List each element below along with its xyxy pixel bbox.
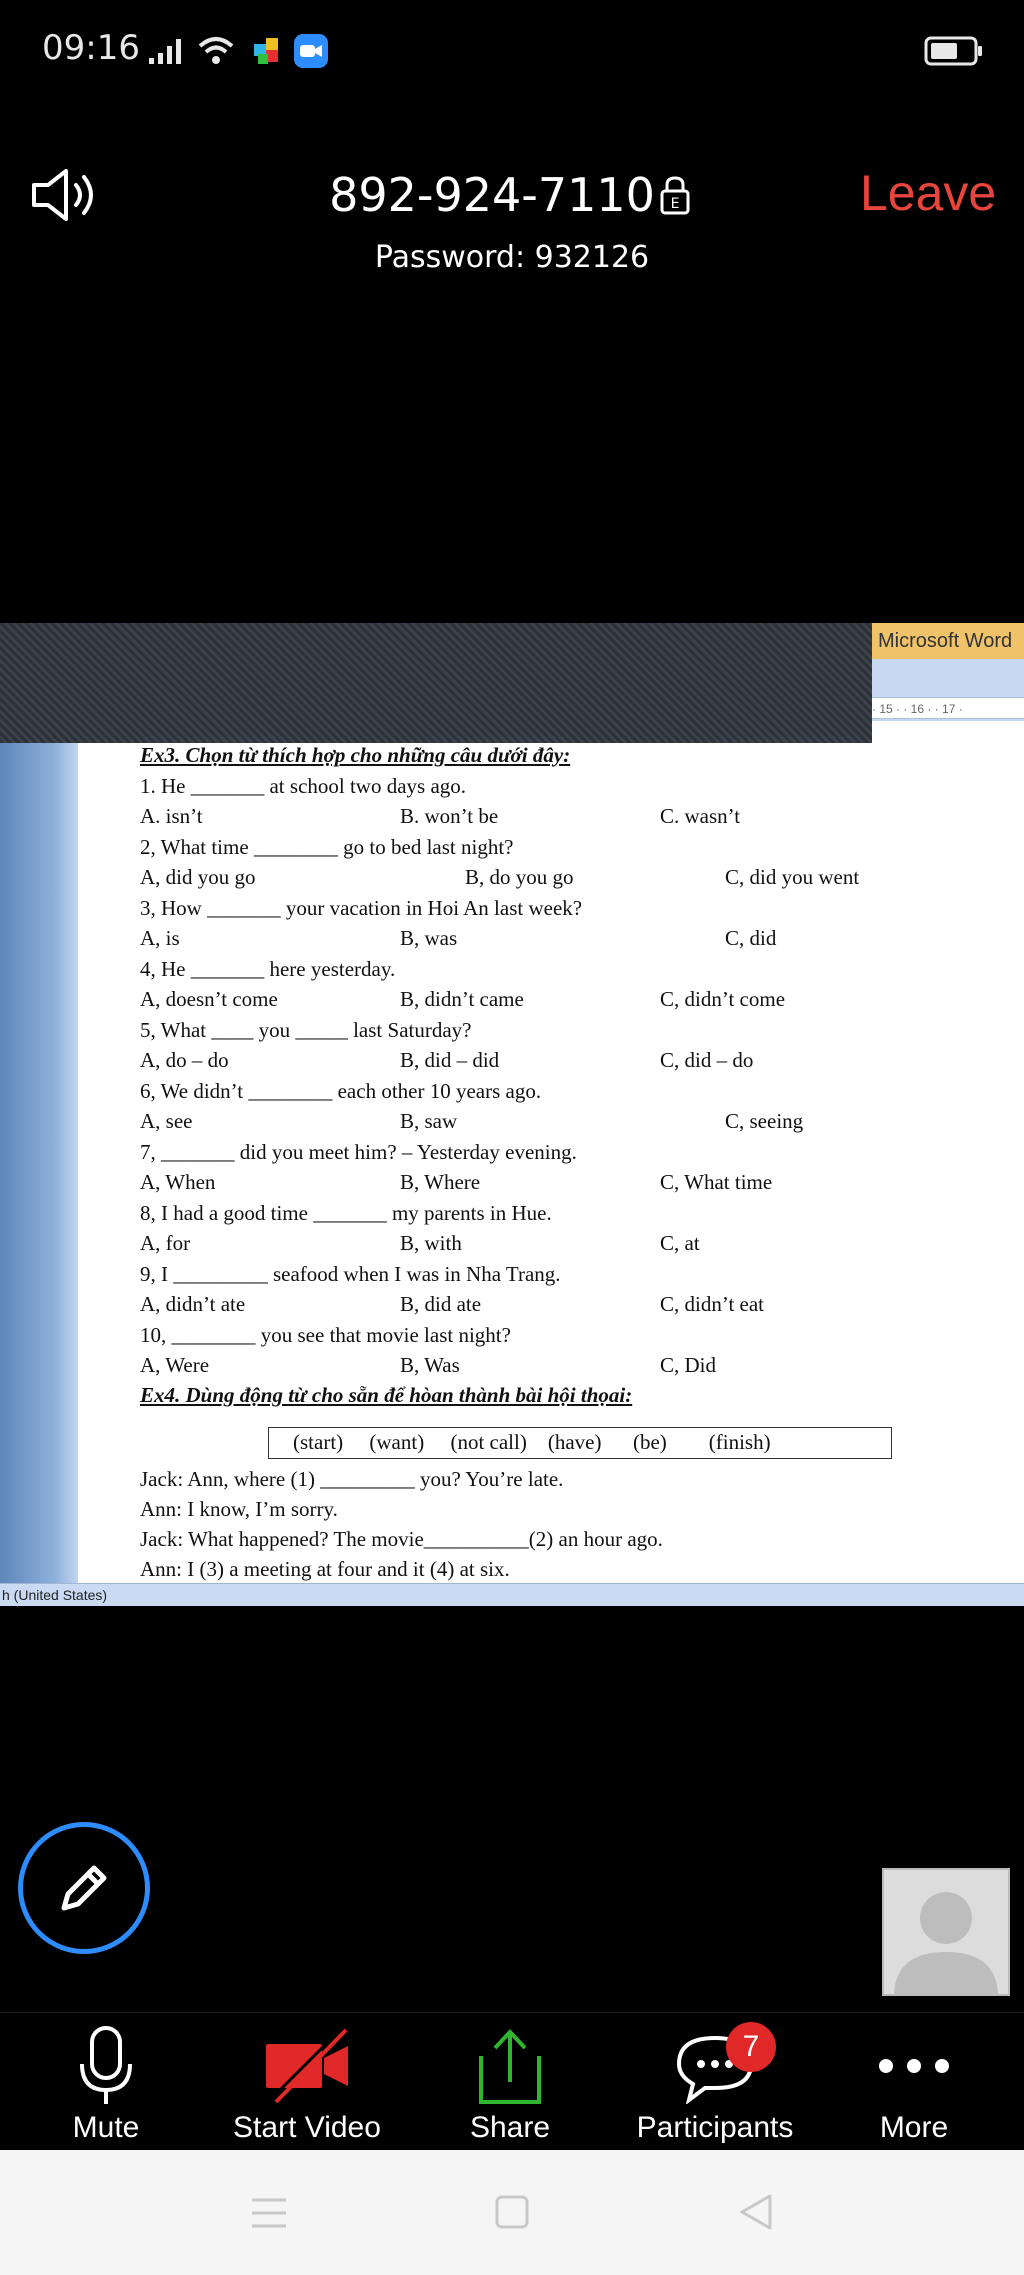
- word-document-area: Ex3. Chọn từ thích hợp cho những câu dướ…: [0, 743, 1024, 1583]
- wifi-icon: [198, 37, 234, 64]
- svg-text:E: E: [671, 196, 680, 212]
- question-2-option-a: A, did you go: [140, 865, 256, 889]
- back-nav-icon[interactable]: [736, 2192, 776, 2232]
- question-8-option-a: A, for: [140, 1231, 191, 1255]
- participants-button[interactable]: Participants: [620, 2013, 810, 2149]
- share-button[interactable]: Share: [450, 2013, 570, 2149]
- question-3-option-b: B, was: [400, 926, 458, 950]
- battery-icon: [924, 36, 982, 66]
- android-nav-bar: [0, 2150, 1024, 2275]
- share-upload-icon: [479, 2029, 541, 2104]
- document-side-margin: [0, 743, 78, 1583]
- question-8-option-b: B, with: [400, 1231, 462, 1255]
- question-4-option-c: C, didn’t come: [660, 987, 786, 1011]
- annotate-button[interactable]: [18, 1822, 150, 1954]
- question-4: 4, He _______ here yesterday.: [140, 957, 396, 981]
- question-10-option-c: C, Did: [660, 1353, 717, 1377]
- more-dots-icon: [879, 2059, 949, 2073]
- question-1-option-c: C. wasn’t: [660, 804, 741, 828]
- meeting-id: 892-924-7110: [329, 168, 655, 222]
- meeting-toolbar: Mute Start Video Share Participants More: [0, 2012, 1024, 2148]
- participants-badge: 7: [726, 2022, 776, 2072]
- question-2-option-b: B, do you go: [465, 865, 574, 889]
- start-video-label: Start Video: [233, 2111, 381, 2144]
- more-button[interactable]: More: [854, 2013, 974, 2149]
- leave-meeting-button[interactable]: Leave: [860, 164, 996, 222]
- question-7: 7, _______ did you meet him? – Yesterday…: [140, 1140, 577, 1164]
- participants-label: Participants: [636, 2111, 794, 2144]
- question-9-option-b: B, did ate: [400, 1292, 482, 1316]
- mute-button[interactable]: Mute: [36, 2013, 176, 2149]
- question-8-option-c: C, at: [660, 1231, 700, 1255]
- exercise3-heading: Ex3. Chọn từ thích hợp cho những câu dướ…: [140, 743, 571, 767]
- word-app-title: Microsoft Word: [872, 623, 1024, 659]
- exercise4-heading: Ex4. Dùng động từ cho sẵn để hòan thành …: [140, 1383, 633, 1407]
- question-3: 3, How _______ your vacation in Hoi An l…: [140, 896, 583, 920]
- question-5-option-c: C, did – do: [660, 1048, 754, 1072]
- question-6-option-b: B, saw: [400, 1109, 458, 1133]
- home-nav-icon[interactable]: [494, 2194, 530, 2230]
- start-video-button[interactable]: Start Video: [222, 2013, 392, 2149]
- shared-screen-view[interactable]: Microsoft Word · 15 · · 16 · · 17 · Ex3.…: [0, 623, 1024, 1606]
- status-clock: 09:16: [42, 28, 140, 68]
- meeting-password: Password: 932126: [374, 240, 650, 275]
- question-7-option-a: A, When: [140, 1170, 216, 1194]
- meeting-info[interactable]: 892-924-7110 E: [300, 160, 720, 230]
- verb-word-box: (start) (want) (not call) (have) (be) (f…: [268, 1427, 892, 1459]
- question-2-option-c: C, did you went: [725, 865, 860, 889]
- question-10-option-a: A, Were: [140, 1353, 210, 1377]
- question-6-option-c: C, seeing: [725, 1109, 804, 1133]
- more-label: More: [879, 2111, 949, 2144]
- shared-screen-hatched-overlay: [0, 623, 872, 743]
- question-8: 8, I had a good time _______ my parents …: [140, 1201, 552, 1225]
- pencil-icon: [61, 1865, 107, 1911]
- avatar-placeholder-icon: [894, 1892, 998, 1994]
- question-2: 2, What time ________ go to bed last nig…: [140, 835, 514, 859]
- question-1-option-a: A. isn’t: [140, 804, 203, 828]
- question-6-option-a: A, see: [140, 1109, 193, 1133]
- question-5: 5, What ____ you _____ last Saturday?: [140, 1018, 472, 1042]
- share-label: Share: [469, 2111, 551, 2144]
- document-page: Ex3. Chọn từ thích hợp cho những câu dướ…: [78, 743, 1024, 1583]
- speaker-icon: [32, 169, 93, 221]
- question-1-option-b: B. won’t be: [400, 804, 499, 828]
- speaker-toggle-button[interactable]: [30, 165, 102, 225]
- question-5-option-a: A, do – do: [140, 1048, 229, 1072]
- encryption-lock-icon: E: [660, 176, 690, 215]
- question-3-option-c: C, did: [725, 926, 777, 950]
- question-10-option-b: B, Was: [400, 1353, 460, 1377]
- question-5-option-b: B, did – did: [400, 1048, 500, 1072]
- question-9-option-c: C, didn’t eat: [660, 1292, 765, 1316]
- word-ruler: · 15 · · 16 · · 17 ·: [872, 697, 1024, 719]
- question-7-option-c: C, What time: [660, 1170, 773, 1194]
- question-6: 6, We didn’t ________ each other 10 year…: [140, 1079, 542, 1103]
- microphone-icon: [80, 2026, 132, 2104]
- zoom-notification-icon: [294, 34, 328, 68]
- question-4-option-b: B, didn’t came: [400, 987, 524, 1011]
- question-10: 10, ________ you see that movie last nig…: [140, 1323, 511, 1347]
- dialogue-line-1: Jack: Ann, where (1) _________ you? You’…: [140, 1467, 564, 1491]
- question-3-option-a: A, is: [140, 926, 180, 950]
- menu-nav-icon[interactable]: [250, 2196, 288, 2230]
- dialogue-line-3: Jack: What happened? The movie__________…: [140, 1527, 663, 1551]
- question-9: 9, I _________ seafood when I was in Nha…: [140, 1262, 561, 1286]
- word-status-bar: h (United States): [0, 1583, 1024, 1606]
- dialogue-line-2: Ann: I know, I’m sorry.: [140, 1497, 338, 1521]
- app-notification-icon: [254, 38, 278, 64]
- dialogue-line-4: Ann: I (3) a meeting at four and it (4) …: [140, 1557, 510, 1581]
- mute-label: Mute: [72, 2111, 140, 2144]
- video-off-icon: [266, 2028, 348, 2104]
- verb-word-list: (start) (want) (not call) (have) (be) (f…: [293, 1430, 771, 1454]
- signal-icon: [149, 39, 181, 64]
- question-9-option-a: A, didn’t ate: [140, 1292, 246, 1316]
- question-7-option-b: B, Where: [400, 1170, 481, 1194]
- self-video-thumbnail[interactable]: [882, 1868, 1010, 1996]
- question-1: 1. He _______ at school two days ago.: [140, 774, 467, 798]
- question-4-option-a: A, doesn’t come: [140, 987, 278, 1011]
- status-bar: 09:16: [0, 0, 1024, 100]
